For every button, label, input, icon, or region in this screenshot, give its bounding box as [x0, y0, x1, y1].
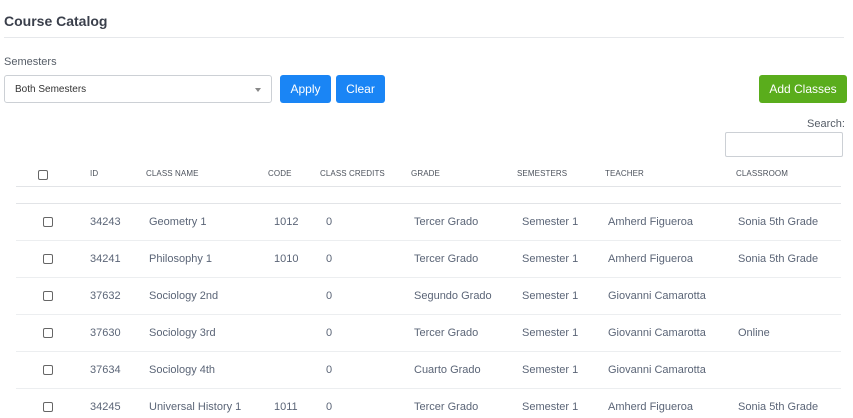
cell-semester: Semester 1: [522, 216, 579, 228]
row-checkbox[interactable]: [43, 328, 53, 338]
semesters-select-value: Both Semesters: [15, 84, 87, 95]
cell-credits: 0: [326, 327, 333, 339]
cell-class-name[interactable]: Universal History 1: [149, 401, 241, 413]
row-checkbox[interactable]: [43, 254, 53, 264]
table-row[interactable]: 37634 Sociology 4th 0 Cuarto Grado Semes…: [16, 352, 841, 389]
cell-classroom: Sonia 5th Grade: [738, 253, 819, 265]
apply-button[interactable]: Apply: [280, 75, 331, 103]
column-header-class-credits[interactable]: Class Credits: [320, 169, 385, 178]
semesters-label: Semesters: [4, 56, 57, 68]
cell-teacher: Amherd Figueroa: [608, 216, 693, 228]
cell-semester: Semester 1: [522, 401, 579, 413]
column-header-teacher[interactable]: Teacher: [605, 169, 644, 178]
cell-code: 1012: [274, 216, 299, 228]
table-row[interactable]: 34241 Philosophy 1 1010 0 Tercer Grado S…: [16, 241, 841, 278]
cell-code: 1011: [274, 401, 298, 413]
page-title: Course Catalog: [4, 13, 108, 29]
column-header-code[interactable]: Code: [268, 169, 292, 178]
table-row[interactable]: 37630 Sociology 3rd 0 Tercer Grado Semes…: [16, 315, 841, 352]
cell-id: 37632: [90, 290, 121, 302]
cell-semester: Semester 1: [522, 290, 579, 302]
cell-teacher: Giovanni Camarotta: [608, 327, 706, 339]
cell-credits: 0: [326, 290, 333, 302]
search-input[interactable]: [725, 132, 843, 157]
cell-semester: Semester 1: [522, 327, 579, 339]
cell-class-name[interactable]: Philosophy 1: [149, 253, 212, 265]
header-divider: [16, 186, 841, 187]
semesters-select[interactable]: Both Semesters: [4, 75, 272, 103]
cell-grade: Cuarto Grado: [414, 364, 481, 376]
cell-id: 37634: [90, 364, 121, 376]
cell-teacher: Amherd Figueroa: [608, 401, 693, 413]
add-classes-button[interactable]: Add Classes: [759, 75, 847, 103]
cell-class-name[interactable]: Sociology 3rd: [149, 327, 216, 339]
row-checkbox[interactable]: [43, 291, 53, 301]
cell-credits: 0: [326, 216, 333, 228]
cell-credits: 0: [326, 401, 333, 413]
row-checkbox[interactable]: [43, 402, 53, 412]
cell-credits: 0: [326, 253, 333, 265]
column-header-grade[interactable]: Grade: [411, 169, 440, 178]
cell-teacher: Amherd Figueroa: [608, 253, 693, 265]
cell-grade: Tercer Grado: [414, 216, 479, 228]
select-all-checkbox[interactable]: [38, 170, 48, 180]
clear-button[interactable]: Clear: [336, 75, 385, 103]
cell-grade: Segundo Grado: [414, 290, 492, 302]
cell-code: 1010: [274, 253, 299, 265]
cell-semester: Semester 1: [522, 364, 579, 376]
chevron-down-icon: [255, 88, 261, 92]
cell-classroom: Sonia 5th Grade: [738, 401, 819, 413]
search-label: Search:: [807, 118, 845, 130]
table-row[interactable]: 37632 Sociology 2nd 0 Segundo Grado Seme…: [16, 278, 841, 315]
cell-teacher: Giovanni Camarotta: [608, 364, 706, 376]
cell-class-name[interactable]: Geometry 1: [149, 216, 206, 228]
column-header-semesters[interactable]: Semesters: [517, 169, 567, 178]
title-divider: [4, 37, 844, 38]
cell-id: 34245: [90, 401, 121, 413]
row-checkbox[interactable]: [43, 365, 53, 375]
cell-id: 37630: [90, 327, 121, 339]
cell-grade: Tercer Grado: [414, 401, 479, 413]
cell-credits: 0: [326, 364, 333, 376]
table-row[interactable]: 34245 Universal History 1 1011 0 Tercer …: [16, 389, 841, 418]
cell-teacher: Giovanni Camarotta: [608, 290, 706, 302]
cell-id: 34241: [90, 253, 121, 265]
cell-grade: Tercer Grado: [414, 253, 479, 265]
table-row[interactable]: 34243 Geometry 1 1012 0 Tercer Grado Sem…: [16, 204, 841, 241]
cell-class-name[interactable]: Sociology 4th: [149, 364, 215, 376]
cell-grade: Tercer Grado: [414, 327, 479, 339]
cell-class-name[interactable]: Sociology 2nd: [149, 290, 218, 302]
column-header-classroom[interactable]: Classroom: [736, 169, 788, 178]
cell-semester: Semester 1: [522, 253, 579, 265]
row-checkbox[interactable]: [43, 217, 53, 227]
cell-classroom: Sonia 5th Grade: [738, 216, 819, 228]
cell-classroom: Online: [738, 327, 770, 339]
column-header-id[interactable]: ID: [90, 169, 98, 178]
column-header-class-name[interactable]: Class Name: [146, 169, 199, 178]
cell-id: 34243: [90, 216, 121, 228]
